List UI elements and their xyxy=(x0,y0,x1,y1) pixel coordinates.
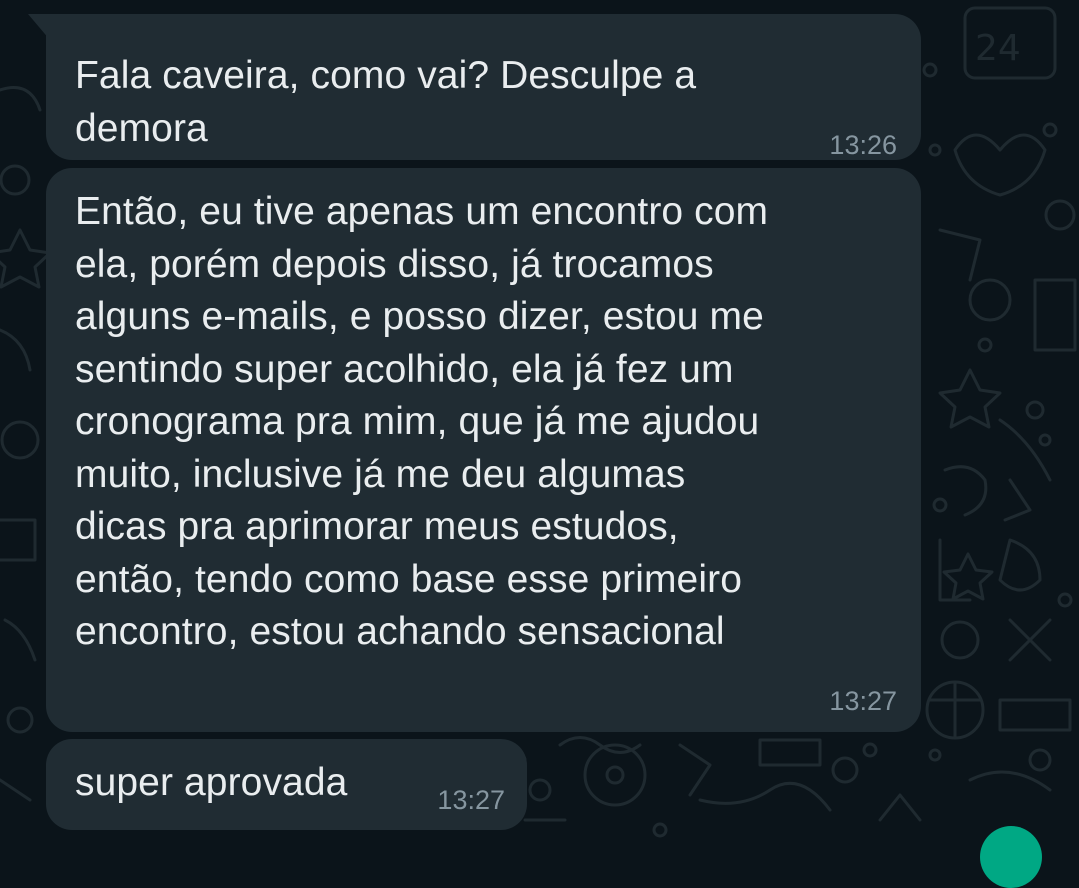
chat-message-list[interactable]: Fala caveira, como vai? Desculpe a demor… xyxy=(0,0,1079,858)
message-timestamp: 13:27 xyxy=(437,785,505,815)
bottom-edge xyxy=(0,852,1079,858)
message-text: super aprovada xyxy=(75,761,348,804)
incoming-message-bubble[interactable]: super aprovada 13:27 xyxy=(46,739,527,830)
message-timestamp: 13:26 xyxy=(829,130,897,160)
message-timestamp: 13:27 xyxy=(829,686,897,716)
scroll-to-bottom-button[interactable] xyxy=(980,826,1042,888)
incoming-message-bubble[interactable]: Então, eu tive apenas um encontro com el… xyxy=(46,168,921,732)
message-text: Então, eu tive apenas um encontro com el… xyxy=(75,190,769,653)
message-text: Fala caveira, como vai? Desculpe a demor… xyxy=(75,54,697,150)
incoming-message-bubble[interactable]: Fala caveira, como vai? Desculpe a demor… xyxy=(46,14,921,160)
